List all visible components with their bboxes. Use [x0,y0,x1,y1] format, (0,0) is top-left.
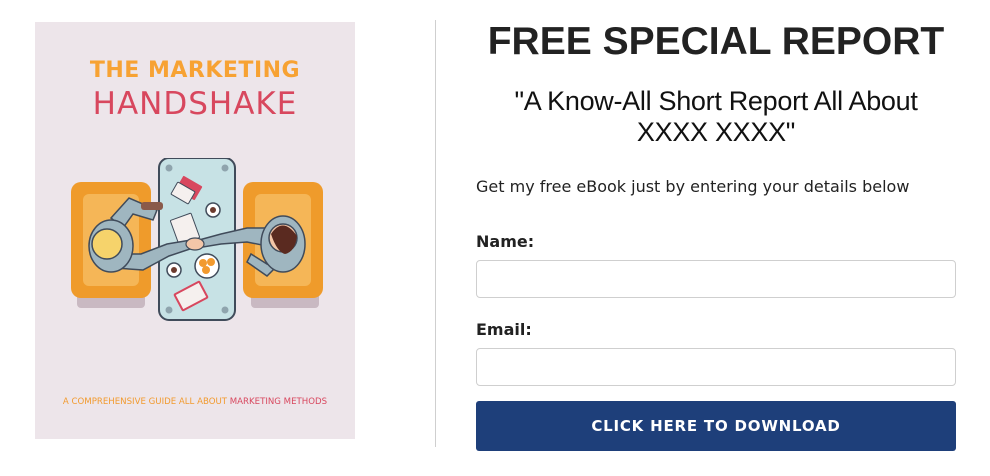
email-label: Email: [476,320,532,339]
cover-subtitle: A COMPREHENSIVE GUIDE ALL ABOUT MARKETIN… [35,397,355,407]
report-subheadline: "A Know-All Short Report All About XXXX … [514,86,918,147]
page-headline: FREE SPECIAL REPORT [487,20,945,63]
cover-subtitle-prefix: A COMPREHENSIVE GUIDE ALL ABOUT [62,397,230,407]
form-intro-text: Get my free eBook just by entering your … [476,177,910,196]
cover-subtitle-highlight: MARKETING METHODS [229,397,328,407]
handshake-illustration [71,158,323,321]
cover-title-line1: THE MARKETING [89,58,301,83]
download-button[interactable]: CLICK HERE TO DOWNLOAD [476,401,956,451]
vertical-divider [435,20,436,447]
name-input[interactable] [476,260,956,298]
ebook-cover: THE MARKETING HANDSHAKE A COMPREHENSIVE … [35,22,355,439]
cover-title-line2: HANDSHAKE [92,86,298,122]
name-label: Name: [476,232,535,251]
email-input[interactable] [476,348,956,386]
